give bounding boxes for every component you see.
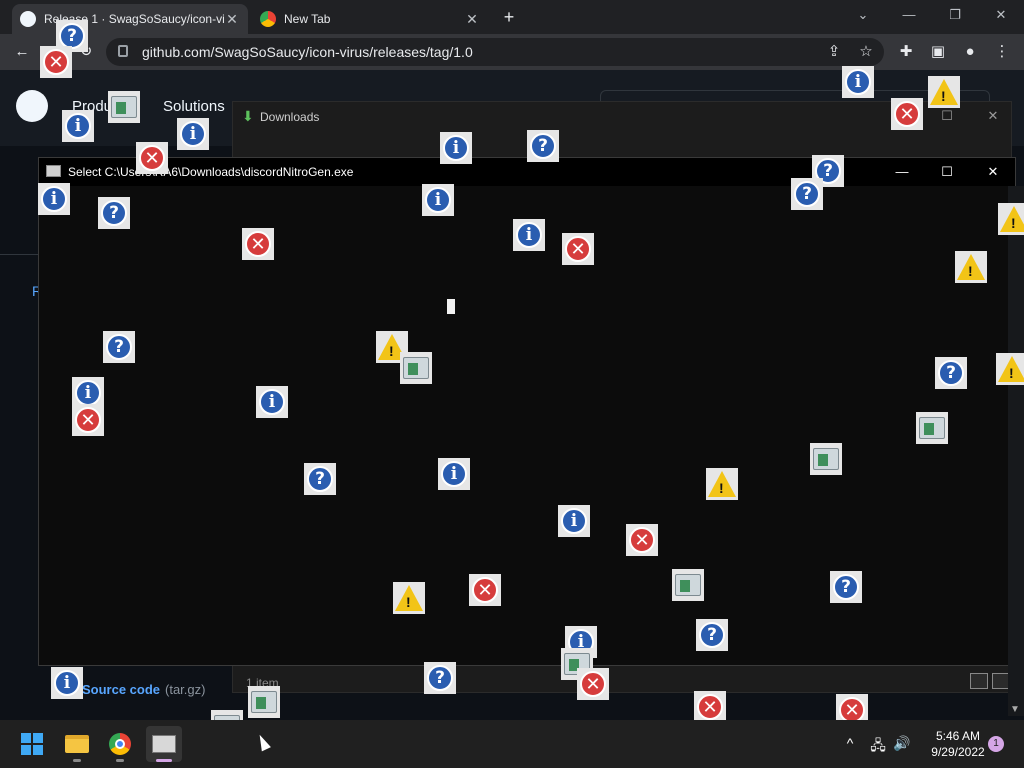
share-icon[interactable]: ⇪ <box>822 40 846 64</box>
error-popup-icon[interactable]: ✕ <box>242 228 274 260</box>
taskbar-console[interactable] <box>146 726 182 762</box>
taskbar-file-explorer[interactable] <box>59 726 95 762</box>
console-maximize-button[interactable]: ☐ <box>924 158 970 186</box>
windows-start-icon <box>21 733 43 755</box>
lock-icon <box>118 45 128 57</box>
profile-icon[interactable]: ● <box>958 40 982 64</box>
chrome-icon <box>109 733 131 755</box>
details-view-icon[interactable] <box>970 673 988 689</box>
running-indicator <box>73 759 81 762</box>
back-button[interactable]: ← <box>10 40 34 64</box>
console-close-button[interactable]: ✕ <box>970 158 1016 186</box>
download-arrow-icon: ⬇ <box>242 108 254 124</box>
active-indicator <box>156 759 172 762</box>
tab-github-release[interactable]: Release 1 · SwagSoSaucy/icon-vi ✕ <box>12 4 248 34</box>
running-indicator <box>116 759 124 762</box>
info-popup-icon[interactable]: i <box>256 386 288 418</box>
address-bar[interactable]: github.com/SwagSoSaucy/icon-virus/releas… <box>106 38 884 66</box>
asset-link[interactable]: Source code <box>82 682 160 697</box>
show-hidden-icons-button[interactable]: ^ <box>842 735 858 751</box>
app-popup-icon[interactable] <box>108 91 140 123</box>
github-logo-icon[interactable] <box>16 90 48 122</box>
info-popup-icon[interactable]: i <box>62 110 94 142</box>
bookmark-star-icon[interactable]: ☆ <box>854 40 878 64</box>
error-popup-icon[interactable]: ✕ <box>577 668 609 700</box>
question-popup-icon[interactable]: ? <box>696 619 728 651</box>
url-text: github.com/SwagSoSaucy/icon-virus/releas… <box>142 44 473 60</box>
warning-popup-icon[interactable]: ! <box>706 468 738 500</box>
question-popup-icon[interactable]: ? <box>424 662 456 694</box>
tab-search-button[interactable]: ⌄ <box>840 0 886 30</box>
info-popup-icon[interactable]: i <box>438 458 470 490</box>
app-popup-icon[interactable] <box>400 352 432 384</box>
warning-popup-icon[interactable]: ! <box>928 76 960 108</box>
network-icon[interactable]: 🖧 <box>868 735 888 759</box>
tab-new-tab[interactable]: New Tab ✕ <box>252 4 488 34</box>
info-popup-icon[interactable]: i <box>558 505 590 537</box>
new-tab-button[interactable]: + <box>497 6 521 30</box>
warning-popup-icon[interactable]: ! <box>996 353 1024 385</box>
console-window-title: Select C:\Users\RA6\Downloads\discordNit… <box>68 165 354 179</box>
scroll-down-arrow-icon[interactable]: ▼ <box>1010 704 1020 715</box>
question-popup-icon[interactable]: ? <box>304 463 336 495</box>
downloads-maximize-button[interactable]: ☐ <box>932 108 962 124</box>
clock-date[interactable]: 9/29/2022 <box>920 745 996 759</box>
info-popup-icon[interactable]: i <box>38 183 70 215</box>
question-popup-icon[interactable]: ? <box>935 357 967 389</box>
volume-icon[interactable]: 🔊 <box>892 735 912 752</box>
warning-popup-icon[interactable]: ! <box>998 203 1024 235</box>
info-popup-icon[interactable]: i <box>440 132 472 164</box>
error-popup-icon[interactable]: ✕ <box>562 233 594 265</box>
error-popup-icon[interactable]: ✕ <box>694 691 726 723</box>
app-popup-icon[interactable] <box>672 569 704 601</box>
console-icon <box>152 735 176 753</box>
clock-time[interactable]: 5:46 AM <box>920 729 996 743</box>
error-popup-icon[interactable]: ✕ <box>626 524 658 556</box>
info-popup-icon[interactable]: i <box>513 219 545 251</box>
console-minimize-button[interactable]: — <box>879 158 925 186</box>
app-popup-icon[interactable] <box>810 443 842 475</box>
warning-popup-icon[interactable]: ! <box>955 251 987 283</box>
taskbar-chrome[interactable] <box>102 726 138 762</box>
question-popup-icon[interactable]: ? <box>527 130 559 162</box>
close-window-button[interactable]: ✕ <box>978 0 1024 30</box>
github-favicon-icon <box>20 11 36 27</box>
info-popup-icon[interactable]: i <box>177 118 209 150</box>
browser-menu-icon[interactable]: ⋮ <box>990 40 1014 64</box>
side-panel-icon[interactable]: ▣ <box>926 40 950 64</box>
start-button[interactable] <box>14 726 50 762</box>
app-popup-icon[interactable] <box>916 412 948 444</box>
error-popup-icon[interactable]: ✕ <box>72 404 104 436</box>
extensions-icon[interactable]: ✚ <box>894 40 918 64</box>
folder-icon <box>65 735 89 753</box>
info-popup-icon[interactable]: i <box>422 184 454 216</box>
scrollbar[interactable] <box>1008 186 1024 716</box>
asset-extension: (tar.gz) <box>165 682 206 697</box>
nav-solutions[interactable]: Solutions <box>163 98 225 115</box>
error-popup-icon[interactable]: ✕ <box>40 46 72 78</box>
console-app-icon <box>46 165 61 177</box>
question-popup-icon[interactable]: ? <box>830 571 862 603</box>
app-popup-icon[interactable] <box>248 686 280 718</box>
warning-popup-icon[interactable]: ! <box>393 582 425 614</box>
restore-button[interactable]: ❐ <box>932 0 978 30</box>
question-popup-icon[interactable]: ? <box>98 197 130 229</box>
tab-close-icon[interactable]: ✕ <box>464 11 480 28</box>
notification-badge[interactable]: 1 <box>988 736 1004 752</box>
question-popup-icon[interactable]: ? <box>791 178 823 210</box>
minimize-button[interactable]: — <box>886 0 932 30</box>
error-popup-icon[interactable]: ✕ <box>136 142 168 174</box>
downloads-close-button[interactable]: ✕ <box>978 108 1008 124</box>
info-popup-icon[interactable]: i <box>51 667 83 699</box>
text-cursor <box>447 299 455 314</box>
tab-title: New Tab <box>284 12 331 26</box>
chrome-favicon-icon <box>260 11 276 27</box>
tab-close-icon[interactable]: ✕ <box>224 11 240 28</box>
error-popup-icon[interactable]: ✕ <box>891 98 923 130</box>
downloads-window-title: Downloads <box>260 110 320 124</box>
error-popup-icon[interactable]: ✕ <box>469 574 501 606</box>
question-popup-icon[interactable]: ? <box>103 331 135 363</box>
info-popup-icon[interactable]: i <box>842 66 874 98</box>
